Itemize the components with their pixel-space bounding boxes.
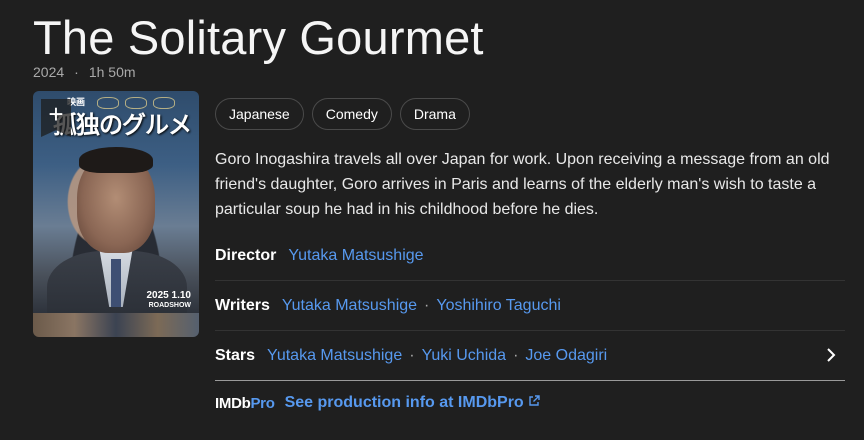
poster-cast-strip (33, 313, 199, 337)
imdbpro-logo-pro: Pro (250, 394, 275, 412)
plot-summary: Goro Inogashira travels all over Japan f… (215, 151, 830, 218)
genre-chip[interactable]: Comedy (311, 98, 392, 130)
credit-separator: · (513, 346, 519, 364)
poster-figure-tie (111, 259, 121, 307)
meta-separator: · (74, 64, 79, 80)
external-link-icon[interactable] (528, 394, 540, 412)
poster-figure-hair (79, 147, 153, 173)
star-link[interactable]: Yutaka Matsushige (267, 347, 402, 365)
release-year[interactable]: 2024 (33, 64, 64, 80)
imdbpro-logo: IMDbPro (215, 395, 275, 412)
credit-role-label[interactable]: Writers (215, 297, 270, 315)
imdbpro-logo-imdb: IMDb (215, 394, 251, 412)
credit-role-label: Director (215, 246, 277, 264)
writer-link[interactable]: Yutaka Matsushige (282, 297, 417, 315)
writer-link[interactable]: Yoshihiro Taguchi (436, 297, 561, 315)
credit-separator: · (424, 296, 430, 314)
director-row: Director Yutaka Matsushige (215, 231, 845, 281)
genre-chip[interactable]: Japanese (215, 98, 304, 130)
poster-roadshow: ROADSHOW (148, 302, 191, 309)
imdbpro-link[interactable]: See production info at IMDbPro (285, 394, 524, 412)
imdbpro-row: IMDbPro See production info at IMDbPro (215, 394, 540, 412)
star-link[interactable]: Joe Odagiri (525, 347, 607, 365)
credit-role-label[interactable]: Stars (215, 347, 255, 365)
credit-separator: · (409, 346, 415, 364)
title-meta: 2024 · 1h 50m (33, 64, 136, 80)
genre-chips: Japanese Comedy Drama (215, 98, 470, 130)
chevron-right-icon[interactable] (825, 348, 837, 367)
poster-title: 孤独のグルメ (53, 111, 192, 139)
stars-row[interactable]: Stars Yutaka Matsushige · Yuki Uchida · … (215, 331, 845, 381)
writers-row: Writers Yutaka Matsushige · Yoshihiro Ta… (215, 281, 845, 331)
star-link[interactable]: Yuki Uchida (422, 347, 507, 365)
runtime: 1h 50m (88, 64, 136, 80)
genre-chip[interactable]: Drama (399, 98, 470, 130)
director-link[interactable]: Yutaka Matsushige (288, 247, 423, 265)
poster-date: 2025 1.10 ROADSHOW (147, 291, 192, 311)
poster-image[interactable]: 映画 孤独のグルメ 2025 1.10 ROADSHOW + (33, 91, 199, 337)
page-title: The Solitary Gourmet (33, 11, 484, 64)
poster-date-line: 2025 1.10 (146, 290, 192, 301)
